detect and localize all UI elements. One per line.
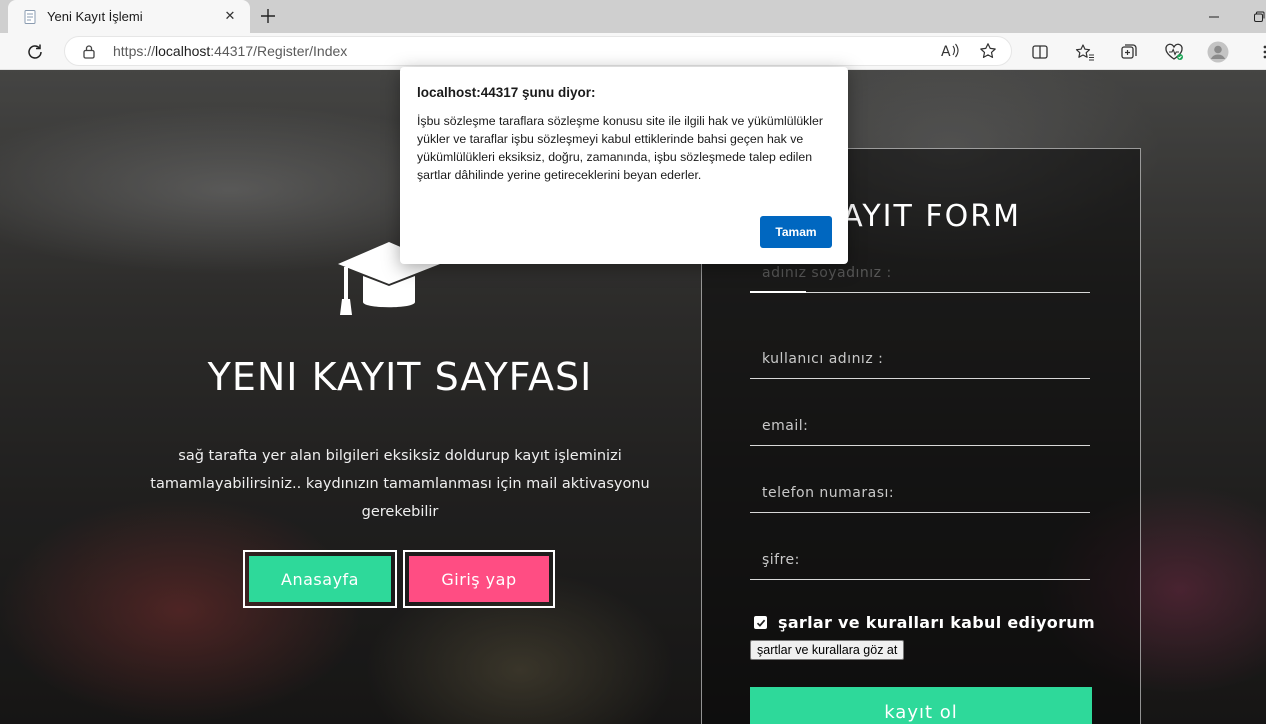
favorite-button[interactable] bbox=[973, 36, 1003, 66]
minimize-icon bbox=[1209, 16, 1219, 18]
url-path: :44317/Register/Index bbox=[210, 43, 348, 59]
svg-text:A: A bbox=[941, 44, 951, 60]
minimize-window-button[interactable] bbox=[1203, 6, 1225, 28]
reload-icon bbox=[28, 44, 42, 59]
login-button-frame: Giriş yap bbox=[403, 550, 555, 608]
dialog-ok-button[interactable]: Tamam bbox=[760, 216, 832, 248]
collections-button[interactable] bbox=[1114, 37, 1144, 67]
username-input[interactable] bbox=[750, 339, 1090, 378]
alert-dialog: localhost:44317 şunu diyor: İşbu sözleşm… bbox=[400, 67, 848, 264]
browser-tab-bar: Yeni Kayıt İşlemi ✕ bbox=[0, 0, 1266, 33]
collections-icon bbox=[1121, 44, 1137, 59]
username-field bbox=[750, 339, 1090, 379]
terms-label: şarlar ve kuralları kabul ediyorum bbox=[778, 613, 1095, 632]
close-tab-icon[interactable]: ✕ bbox=[220, 9, 240, 24]
phone-input[interactable] bbox=[750, 473, 1090, 512]
browser-tab[interactable]: Yeni Kayıt İşlemi ✕ bbox=[8, 0, 250, 33]
url-text: https://localhost:44317/Register/Index bbox=[113, 43, 347, 59]
terms-row: şarlar ve kuralları kabul ediyorum bbox=[754, 613, 1095, 632]
avatar-icon bbox=[1207, 41, 1229, 63]
email-field bbox=[750, 406, 1090, 446]
favorites-star-icon bbox=[1075, 44, 1094, 61]
page-icon bbox=[22, 9, 38, 25]
address-bar[interactable]: https://localhost:44317/Register/Index A bbox=[64, 36, 1012, 66]
settings-menu-button[interactable] bbox=[1250, 37, 1266, 67]
browser-toolbar: https://localhost:44317/Register/Index A bbox=[0, 33, 1266, 70]
star-icon bbox=[980, 43, 996, 58]
plus-icon bbox=[261, 9, 275, 23]
login-button[interactable]: Giriş yap bbox=[409, 556, 549, 602]
heart-pulse-icon bbox=[1165, 43, 1183, 60]
favorites-button[interactable] bbox=[1070, 37, 1100, 67]
split-screen-button[interactable] bbox=[1025, 37, 1055, 67]
terms-checkbox[interactable] bbox=[754, 616, 767, 629]
checkmark-icon bbox=[756, 619, 765, 627]
read-aloud-icon: A bbox=[941, 43, 959, 60]
browser-essentials-button[interactable] bbox=[1159, 37, 1189, 67]
url-prefix: https:// bbox=[113, 43, 156, 59]
tab-title: Yeni Kayıt İşlemi bbox=[47, 9, 143, 24]
password-input[interactable] bbox=[750, 540, 1090, 579]
page-description: sağ tarafta yer alan bilgileri eksiksiz … bbox=[150, 448, 650, 520]
reload-button[interactable] bbox=[20, 37, 50, 67]
register-button[interactable]: kayıt ol bbox=[750, 687, 1092, 724]
focus-indicator bbox=[750, 291, 806, 293]
lock-icon bbox=[82, 44, 96, 63]
view-rules-button[interactable]: şartlar ve kurallara göz at bbox=[750, 640, 905, 660]
read-aloud-button[interactable]: A bbox=[935, 36, 965, 66]
dialog-title: localhost:44317 şunu diyor: bbox=[417, 85, 596, 100]
more-icon bbox=[1263, 45, 1266, 59]
home-button-frame: Anasayfa bbox=[243, 550, 397, 608]
page-title: YENI KAYIT SAYFASI bbox=[207, 355, 593, 399]
new-tab-button[interactable] bbox=[255, 4, 281, 28]
home-button[interactable]: Anasayfa bbox=[249, 556, 391, 602]
split-screen-icon bbox=[1032, 45, 1048, 59]
profile-button[interactable] bbox=[1203, 37, 1233, 67]
dialog-message: İşbu sözleşme taraflara sözleşme konusu … bbox=[417, 114, 823, 182]
email-input[interactable] bbox=[750, 406, 1090, 445]
maximize-window-button[interactable] bbox=[1248, 6, 1266, 28]
phone-field bbox=[750, 473, 1090, 513]
password-field bbox=[750, 540, 1090, 580]
restore-icon bbox=[1254, 11, 1265, 22]
url-host: localhost bbox=[155, 43, 211, 59]
